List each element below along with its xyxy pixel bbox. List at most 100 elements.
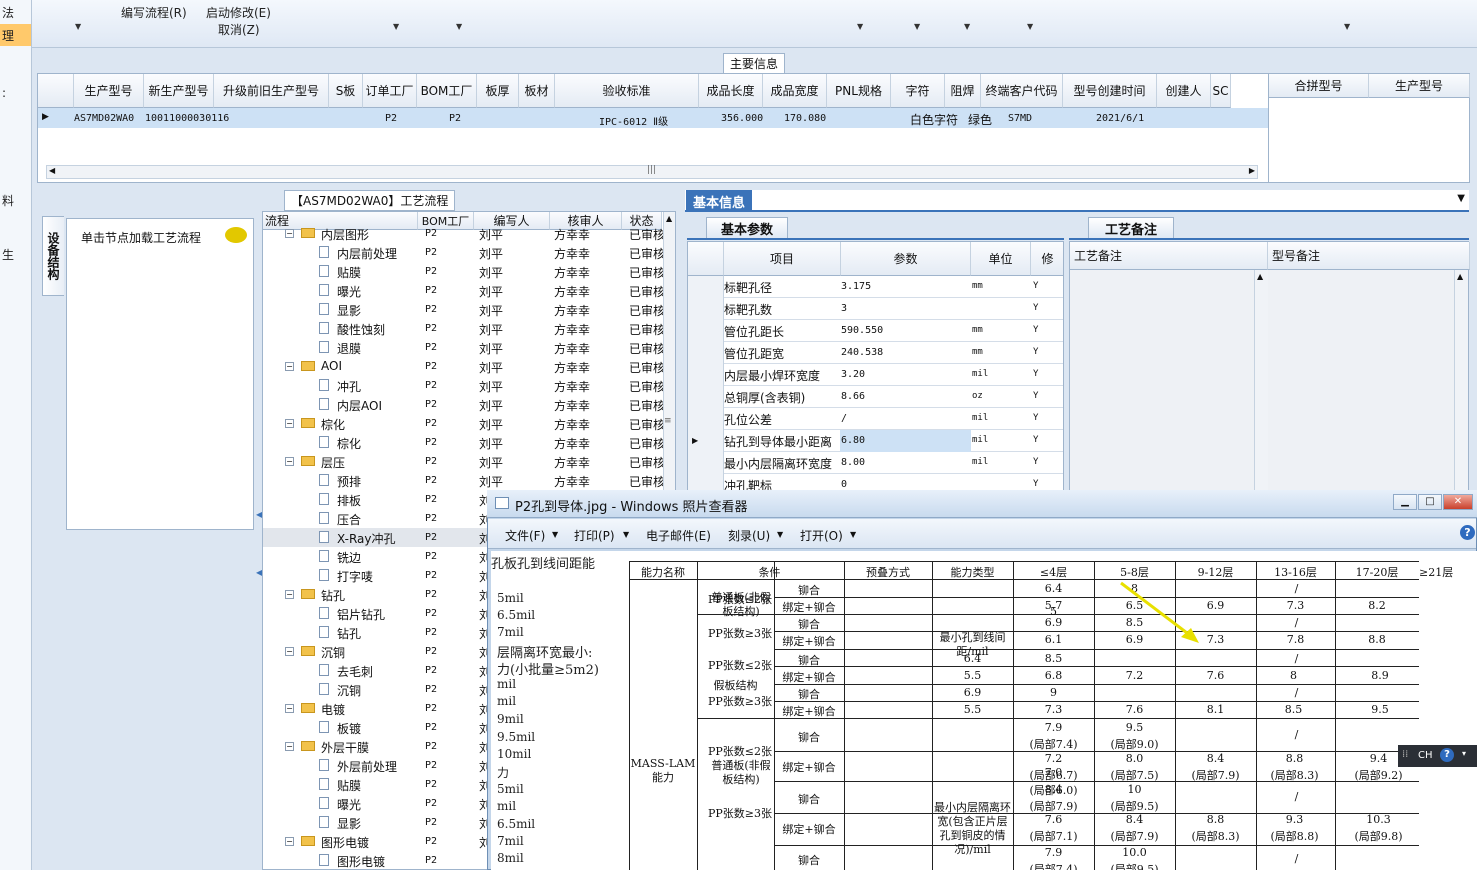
tree-node-label[interactable]: 内层前处理 xyxy=(337,245,397,262)
column-header[interactable]: 生产型号 xyxy=(74,74,144,108)
dropdown-arrow-icon[interactable]: ▼ xyxy=(1027,22,1033,31)
tree-node-label[interactable]: 打字唛 xyxy=(337,568,373,585)
left-strip-item[interactable]: 理 xyxy=(2,27,14,44)
column-header[interactable]: BOM工厂 xyxy=(417,74,477,108)
tree-node-label[interactable]: 钻孔 xyxy=(337,625,361,642)
scroll-thumb[interactable]: ≡ xyxy=(664,416,672,426)
param-flag[interactable]: Y xyxy=(1033,479,1038,489)
collapse-toggle-icon[interactable]: − xyxy=(285,457,294,466)
param-flag[interactable]: Y xyxy=(1033,369,1038,379)
column-header[interactable]: S板 xyxy=(329,74,363,108)
column-header[interactable]: 型号备注 xyxy=(1268,242,1470,270)
menu-open[interactable]: 打开(O) xyxy=(800,527,843,544)
column-header[interactable]: 新生产型号 xyxy=(144,74,214,108)
scroll-up-icon[interactable]: ▲ xyxy=(1457,272,1463,281)
column-header[interactable]: 参数 xyxy=(841,242,971,276)
column-header[interactable]: 板厚 xyxy=(477,74,519,108)
collapse-toggle-icon[interactable]: − xyxy=(285,704,294,713)
tree-node-label[interactable]: 显影 xyxy=(337,302,361,319)
dropdown-arrow-icon[interactable]: ▼ xyxy=(75,22,81,31)
tree-node-label[interactable]: 钻孔 xyxy=(321,587,345,604)
cell-bom-factory[interactable]: P2 xyxy=(449,113,461,124)
column-header[interactable]: 成品长度 xyxy=(699,74,763,108)
cell-new-model[interactable]: 10011000030116 xyxy=(145,113,229,124)
left-strip-item[interactable]: : xyxy=(2,86,6,100)
cancel-button[interactable]: 取消(Z) xyxy=(218,21,260,38)
param-value[interactable]: 3.20 xyxy=(841,369,865,380)
param-value[interactable]: 240.538 xyxy=(841,347,883,358)
tree-node-label[interactable]: 棕化 xyxy=(337,435,361,452)
cell-length[interactable]: 356.000 xyxy=(721,113,763,124)
cell-mask[interactable]: 绿色 xyxy=(968,111,992,128)
scroll-right-icon[interactable]: ▶ xyxy=(1249,166,1255,175)
tree-row[interactable]: 冲孔 P2 刘平 方幸幸 已审核 xyxy=(263,376,675,395)
param-flag[interactable]: Y xyxy=(1033,413,1038,423)
dropdown-arrow-icon[interactable]: ▼ xyxy=(777,530,783,539)
speech-bubble-icon[interactable] xyxy=(225,227,247,243)
param-flag[interactable]: Y xyxy=(1033,303,1038,313)
column-header[interactable]: 终端客户代码 xyxy=(981,74,1063,108)
dropdown-arrow-icon[interactable]: ▼ xyxy=(857,22,863,31)
start-modify-button[interactable]: 启动修改(E) xyxy=(206,4,271,21)
cell-char[interactable]: 白色字符 xyxy=(910,111,958,128)
tree-node-label[interactable]: 退膜 xyxy=(337,340,361,357)
tree-node-label[interactable]: 冲孔 xyxy=(337,378,361,395)
tab-basic-info[interactable]: 基本信息 xyxy=(686,190,752,212)
param-row[interactable]: 标靶孔径 3.175 mm Y xyxy=(688,276,1063,298)
edit-process-button[interactable]: 编写流程(R) xyxy=(121,4,187,21)
menu-email[interactable]: 电子邮件(E) xyxy=(646,527,711,544)
scroll-left-icon[interactable]: ◀ xyxy=(49,166,55,175)
param-value[interactable]: 3.175 xyxy=(841,281,871,292)
column-header[interactable]: 阻焊 xyxy=(945,74,981,108)
tree-node-label[interactable]: 板镀 xyxy=(337,720,361,737)
collapse-toggle-icon[interactable]: − xyxy=(285,419,294,428)
tree-row[interactable]: − AOI P2 刘平 方幸幸 已审核 xyxy=(263,357,675,376)
collapse-toggle-icon[interactable]: − xyxy=(285,742,294,751)
tree-node-label[interactable]: 铣边 xyxy=(337,549,361,566)
tree-node-label[interactable]: 压合 xyxy=(337,511,361,528)
tree-node-label[interactable]: 内层图形 xyxy=(321,226,369,243)
tree-node-label[interactable]: 沉铜 xyxy=(321,644,345,661)
tree-node-label[interactable]: 图形电镀 xyxy=(337,853,385,869)
left-strip-item[interactable]: 法 xyxy=(2,4,14,21)
collapse-toggle-icon[interactable]: − xyxy=(285,590,294,599)
tree-row[interactable]: 退膜 P2 刘平 方幸幸 已审核 xyxy=(263,338,675,357)
dropdown-arrow-icon[interactable]: ▼ xyxy=(623,530,629,539)
dropdown-arrow-icon[interactable]: ▼ xyxy=(914,22,920,31)
column-header[interactable]: 修 xyxy=(1031,242,1063,276)
tree-node-label[interactable]: 预排 xyxy=(337,473,361,490)
help-icon[interactable]: ? xyxy=(1460,525,1475,540)
tree-row[interactable]: 内层前处理 P2 刘平 方幸幸 已审核 xyxy=(263,243,675,262)
param-value[interactable]: 3 xyxy=(841,303,847,314)
column-header[interactable]: 单位 xyxy=(971,242,1031,276)
param-value[interactable]: 0 xyxy=(841,479,847,490)
param-row[interactable]: 管位孔距宽 240.538 mm Y xyxy=(688,342,1063,364)
tree-node-label[interactable]: 沉铜 xyxy=(337,682,361,699)
param-row[interactable]: 总铜厚(含表铜) 8.66 oz Y xyxy=(688,386,1063,408)
tree-node-label[interactable]: 棕化 xyxy=(321,416,345,433)
tree-row[interactable]: 酸性蚀刻 P2 刘平 方幸幸 已审核 xyxy=(263,319,675,338)
tree-row[interactable]: 内层AOI P2 刘平 方幸幸 已审核 xyxy=(263,395,675,414)
tree-row[interactable]: 预排 P2 刘平 方幸幸 已审核 xyxy=(263,471,675,490)
param-flag[interactable]: Y xyxy=(1033,391,1038,401)
param-flag[interactable]: Y xyxy=(1033,457,1038,467)
tree-node-label[interactable]: 铝片钻孔 xyxy=(337,606,385,623)
tree-row[interactable]: 贴膜 P2 刘平 方幸幸 已审核 xyxy=(263,262,675,281)
ime-language[interactable]: CH xyxy=(1418,750,1433,761)
tree-node-label[interactable]: 外层干膜 xyxy=(321,739,369,756)
viewer-title-bar[interactable]: P2孔到导体.jpg - Windows 照片查看器 ▁ □ ✕ xyxy=(487,490,1477,518)
param-value[interactable]: 6.80 xyxy=(841,435,865,446)
dropdown-arrow-icon[interactable]: ▼ xyxy=(850,530,856,539)
param-flag[interactable]: Y xyxy=(1033,435,1038,445)
ime-menu-icon[interactable]: ▾ xyxy=(1462,749,1466,758)
left-strip-item[interactable]: 生 xyxy=(2,246,14,263)
tree-row[interactable]: − 棕化 P2 刘平 方幸幸 已审核 xyxy=(263,414,675,433)
column-header[interactable]: PNL规格 xyxy=(827,74,891,108)
tab-process-notes[interactable]: 工艺备注 xyxy=(1088,217,1174,239)
tree-node-label[interactable]: 层压 xyxy=(321,454,345,471)
tree-node-label[interactable]: 显影 xyxy=(337,815,361,832)
cell-customer[interactable]: S7MD xyxy=(1008,113,1032,124)
tree-node-label[interactable]: 内层AOI xyxy=(337,397,382,414)
column-header[interactable]: 字符 xyxy=(891,74,945,108)
column-header[interactable]: 成品宽度 xyxy=(763,74,827,108)
